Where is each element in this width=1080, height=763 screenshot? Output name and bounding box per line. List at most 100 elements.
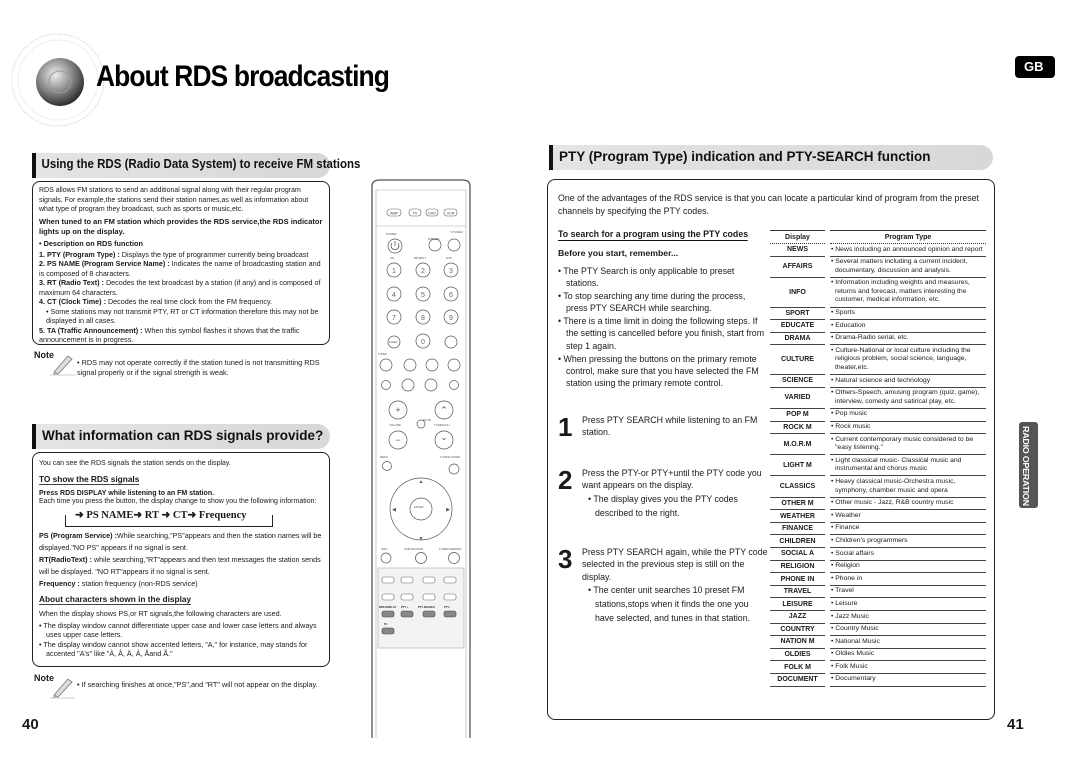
def-ps: PS (Program Service) :While searching,"P… [39, 530, 323, 554]
pty-program-type: • Sports [830, 308, 986, 321]
table-row: INFO • Information including weights and … [770, 278, 986, 308]
pty-display-code: OTHER M [770, 498, 825, 511]
chars-intro: When the display shows PS,or RT signals,… [39, 609, 282, 619]
svg-text:⌃: ⌃ [440, 405, 448, 415]
step-2: 2 Press the PTY-or PTY+until the PTY cod… [558, 467, 768, 520]
table-row: EDUCATE • Education [770, 320, 986, 333]
press-rds-display: Press RDS DISPLAY while listening to an … [39, 489, 215, 497]
col-display: Display [770, 230, 825, 244]
table-row: PHONE IN • Phone in [770, 573, 986, 586]
digit-4: 4 [392, 292, 396, 299]
label-subwoofer: SUB WOOFER [404, 547, 423, 551]
def-rt: RT(RadioText) : while searching,"RT"appe… [39, 554, 323, 578]
remember-item: • To stop searching any time during the … [558, 291, 746, 314]
pty-display-code: INFO [770, 278, 825, 308]
label-tuner: TUNER [378, 352, 387, 356]
remember-item: • The PTY Search is only applicable to p… [558, 266, 735, 289]
pty-program-type: • Leisure [830, 598, 986, 611]
remember-item: • There is a time limit in doing the fol… [558, 316, 765, 351]
table-row: JAZZ • Jazz Music [770, 611, 986, 624]
step-number: 1 [558, 412, 573, 442]
pty-display-code: LIGHT M [770, 455, 825, 477]
table-row: NATION M • National Music [770, 636, 986, 649]
pty-display-code: SPORT [770, 308, 825, 321]
pencil-icon [50, 355, 75, 376]
note-text: • RDS may not operate correctly if the s… [77, 358, 320, 377]
digit-1: 1 [392, 268, 396, 275]
table-row: CULTURE • Culture-National or local cultu… [770, 345, 986, 376]
pty-program-type: • Country Music [830, 624, 986, 637]
chars-bullet: • The display window cannot differentiat… [39, 620, 317, 640]
label-tv-video: TV/VIDEO [450, 230, 464, 234]
pty-display-code: COUNTRY [770, 624, 825, 637]
label-tuner-memory: TUNER MEMORY [439, 547, 462, 551]
pty-display-code: SOCIAL A [770, 548, 825, 561]
table-row: CLASSICS • Heavy classical music-Orchestr… [770, 476, 986, 498]
rds-lead: When tuned to an FM station which provid… [39, 216, 323, 236]
svg-text:+: + [395, 405, 400, 415]
rds-receive-box: RDS allows FM stations to send an additi… [32, 181, 330, 345]
table-row: NEWS • News including an announced opinio… [770, 244, 986, 257]
label-dvd: DVD [446, 256, 452, 260]
item-label: 3. RT (Radio Text) : [39, 278, 104, 288]
label-mute: MUTE [423, 418, 431, 422]
pty-display-code: WEATHER [770, 510, 825, 523]
table-row: DRAMA • Drama-Radio serial, etc. [770, 333, 986, 346]
table-row: WEATHER • Weather [770, 510, 986, 523]
label-enter: ENTER [414, 505, 423, 509]
label-pty-minus: PTY - [444, 605, 451, 609]
pty-program-type: • Several matters including a current in… [830, 257, 986, 278]
svg-text:⌄: ⌄ [440, 432, 448, 442]
col-program-type: Program Type [830, 230, 986, 244]
def-label: RT(RadioText) : [39, 555, 92, 565]
label-pty-plus: PTY + [401, 605, 409, 609]
page-title: About RDS broadcasting [96, 60, 390, 93]
each-time-text: Each time you press the button, the disp… [39, 497, 317, 505]
item-text: Decodes the real time clock from the FM … [105, 297, 273, 307]
pty-display-code: SCIENCE [770, 375, 825, 388]
pty-program-type: • Documentary [830, 674, 986, 687]
label-info: INFO [381, 547, 389, 551]
rds-item: 3. RT (Radio Text) : Decodes the text br… [39, 278, 323, 297]
page-number-right: 41 [1007, 716, 1024, 733]
step-subnote: • The center unit searches 10 preset FM … [588, 584, 751, 623]
remember-heading: Before you start, remember... [558, 248, 679, 258]
pty-program-type: • News including an announced opinion an… [830, 244, 986, 257]
pty-program-type: • Information including weights and meas… [830, 278, 986, 308]
label-pty-search: PTY SEARCH [418, 605, 435, 609]
item-label: 4. CT (Clock Time) : [39, 297, 106, 307]
table-row: OTHER M • Other music - Jazz, R&B country… [770, 498, 986, 511]
pty-program-type: • Education [830, 320, 986, 333]
pty-display-code: TRAVEL [770, 586, 825, 599]
note-text: • If searching finishes at once,"PS",and… [77, 680, 318, 689]
section-heading-text: PTY (Program Type) indication and PTY-SE… [559, 149, 931, 164]
section-heading-pty: PTY (Program Type) indication and PTY-SE… [549, 145, 993, 170]
language-badge: GB [1015, 56, 1055, 78]
svg-text:−: − [395, 435, 400, 445]
mode-vcr: VCR [447, 211, 455, 215]
pty-program-type: • Heavy classical music-Orchestra music,… [830, 476, 986, 498]
digit-2: 2 [421, 268, 425, 275]
digit-0: 0 [421, 339, 425, 346]
remember-list: • The PTY Search is only applicable to p… [558, 265, 768, 390]
pty-program-type: • Weather [830, 510, 986, 523]
rds-desc-title: • Description on RDS function [39, 238, 143, 248]
pty-display-code: RELIGION [770, 561, 825, 574]
table-row: SOCIAL A • Social affairs [770, 548, 986, 561]
rds-intro: RDS allows FM stations to send an additi… [39, 187, 309, 214]
pty-display-code: FINANCE [770, 523, 825, 536]
radio-operation-tab: RADIO OPERATION [1019, 422, 1038, 508]
table-row: FINANCE • Finance [770, 523, 986, 536]
rds-item: 4. CT (Clock Time) : Decodes the real ti… [39, 297, 323, 307]
section-heading-rds-receive: Using the RDS (Radio Data System) to rec… [32, 153, 360, 178]
pty-program-type: • Rock music [830, 422, 986, 435]
def-label: PS (Program Service) : [39, 531, 117, 541]
table-row: CHILDREN • Children's programmers [770, 535, 986, 549]
rds-item: 1. PTY (Program Type) : Displays the typ… [39, 250, 323, 260]
pty-display-code: DRAMA [770, 333, 825, 346]
remote-control-illustration: AMP TV DVD VCR POWER TV/VIDEO DIMMER CD … [371, 179, 471, 738]
pty-program-type: • Folk Music [830, 661, 986, 674]
step-3: 3 Press PTY SEARCH again, while the PTY … [558, 546, 768, 625]
label-power: POWER [386, 232, 397, 236]
table-row: POP M • Pop music [770, 409, 986, 422]
